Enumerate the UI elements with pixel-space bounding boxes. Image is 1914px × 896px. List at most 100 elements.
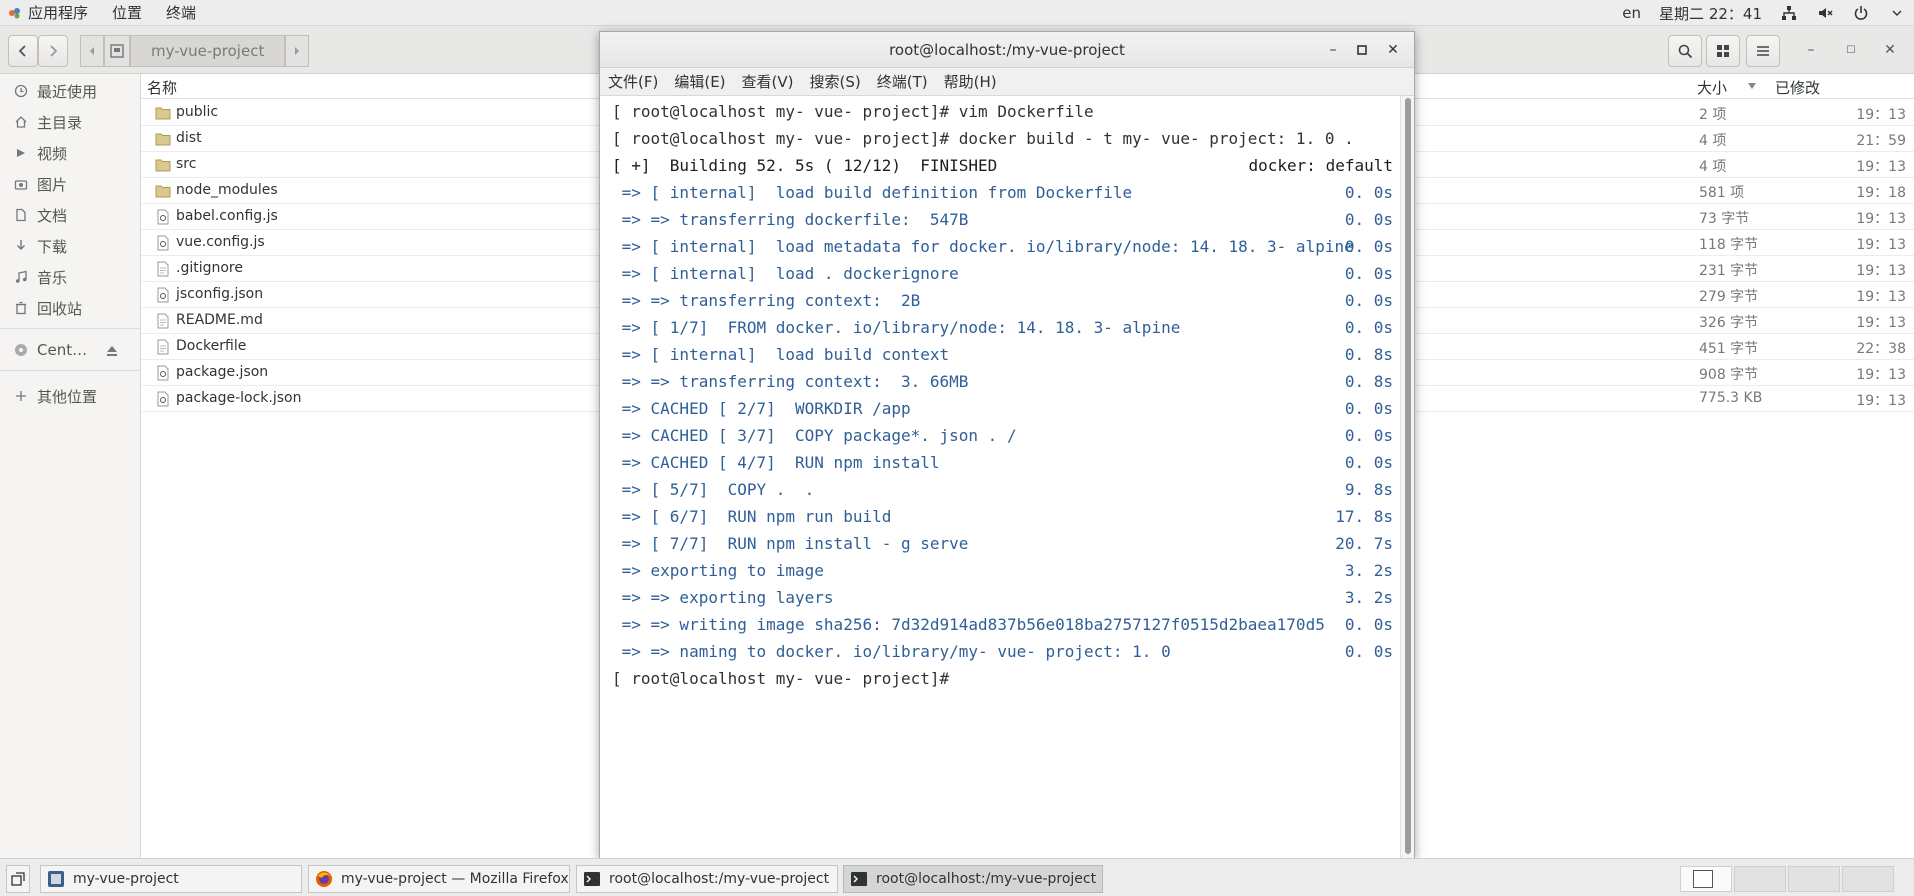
terminal-line-time: 0. 0s bbox=[1344, 318, 1393, 337]
sidebar-item-clock[interactable]: 最近使用 bbox=[0, 76, 141, 106]
eject-icon[interactable] bbox=[105, 343, 119, 361]
maximize-button[interactable]: ☐ bbox=[1841, 40, 1861, 60]
sort-down-icon bbox=[1748, 83, 1756, 89]
maximize-icon: ☐ bbox=[1846, 44, 1856, 56]
text-file-icon bbox=[155, 261, 171, 277]
file-modified: 19：13 bbox=[1856, 263, 1906, 279]
terminal-line-text: => => exporting layers bbox=[612, 588, 834, 607]
file-name: vue.config.js bbox=[176, 234, 265, 250]
file-size: 2 项 bbox=[1699, 107, 1727, 123]
terminal-line-text: => CACHED [ 4/7] RUN npm install bbox=[612, 453, 940, 472]
terminal-line-text: => [ 1/7] FROM docker. io/library/node: … bbox=[612, 318, 1181, 337]
volume-muted-icon[interactable] bbox=[1816, 5, 1834, 21]
terminal-line-text: => exporting to image bbox=[612, 561, 824, 580]
close-icon: ✕ bbox=[1387, 42, 1399, 58]
sidebar-item-label: 视频 bbox=[37, 144, 68, 163]
column-modified[interactable]: 已修改 bbox=[1775, 77, 1820, 98]
sidebar-item-home[interactable]: 主目录 bbox=[0, 107, 141, 137]
menu-places[interactable]: 位置 bbox=[100, 0, 154, 25]
terminal-line-text: => [ internal] load metadata for docker.… bbox=[612, 237, 1354, 256]
language-indicator[interactable]: en bbox=[1622, 4, 1641, 22]
sidebar-item-download[interactable]: 下载 bbox=[0, 231, 141, 261]
taskbar-item[interactable]: root@localhost:/my-vue-project bbox=[843, 865, 1103, 893]
sidebar-item-device[interactable]: Cent… bbox=[0, 335, 141, 365]
terminal-menu-item[interactable]: 帮助(H) bbox=[936, 71, 1005, 92]
view-grid-button[interactable] bbox=[1706, 35, 1740, 67]
terminal-line-time: docker: default bbox=[1248, 156, 1394, 175]
network-icon[interactable] bbox=[1780, 5, 1798, 21]
terminal-line-time: 0. 8s bbox=[1344, 372, 1393, 391]
terminal-close-button[interactable]: ✕ bbox=[1384, 41, 1402, 59]
file-modified: 19：13 bbox=[1856, 159, 1906, 175]
sidebar-item-label: 主目录 bbox=[37, 113, 83, 132]
taskbar-item[interactable]: root@localhost:/my-vue-project bbox=[576, 865, 838, 893]
script-file-icon bbox=[155, 287, 171, 303]
script-file-icon bbox=[155, 391, 171, 407]
terminal-maximize-button[interactable] bbox=[1353, 41, 1371, 59]
workspace-4[interactable] bbox=[1842, 866, 1894, 892]
path-home-toggle[interactable] bbox=[104, 35, 130, 67]
taskbar-item[interactable]: my-vue-project — Mozilla Firefox bbox=[308, 865, 570, 893]
workspace-3[interactable] bbox=[1788, 866, 1840, 892]
sidebar-item-camera[interactable]: 图片 bbox=[0, 169, 141, 199]
path-scroll-right[interactable] bbox=[285, 35, 310, 67]
file-size: 4 项 bbox=[1699, 133, 1727, 149]
terminal-minimize-button[interactable]: – bbox=[1324, 41, 1342, 59]
terminal-menu-item[interactable]: 文件(F) bbox=[600, 71, 666, 92]
chevron-down-icon[interactable] bbox=[1888, 5, 1906, 21]
terminal-scrollbar[interactable] bbox=[1400, 96, 1414, 858]
power-icon[interactable] bbox=[1852, 5, 1870, 21]
show-desktop-button[interactable] bbox=[6, 865, 30, 893]
file-name: jsconfig.json bbox=[176, 286, 264, 302]
terminal-menu-item[interactable]: 查看(V) bbox=[734, 71, 802, 92]
sidebar-item-trash[interactable]: 回收站 bbox=[0, 293, 141, 323]
close-button[interactable]: ✕ bbox=[1880, 40, 1900, 60]
minimize-button[interactable]: – bbox=[1801, 40, 1821, 60]
sidebar-item-video[interactable]: 视频 bbox=[0, 138, 141, 168]
terminal-line-time: 0. 0s bbox=[1344, 453, 1393, 472]
file-manager-icon bbox=[47, 870, 65, 888]
terminal-menu-item[interactable]: 编辑(E) bbox=[666, 71, 733, 92]
terminal-icon bbox=[583, 870, 601, 888]
folder-icon bbox=[155, 183, 171, 199]
arrow-right-icon bbox=[50, 45, 58, 57]
menu-button[interactable] bbox=[1746, 35, 1780, 67]
back-button[interactable] bbox=[8, 35, 38, 67]
script-file-icon bbox=[155, 235, 171, 251]
file-size: 73 字节 bbox=[1699, 211, 1750, 227]
text-file-icon bbox=[155, 313, 171, 329]
path-scroll-left[interactable] bbox=[80, 35, 104, 67]
workspace-2[interactable] bbox=[1734, 866, 1786, 892]
terminal-menu-item[interactable]: 终端(T) bbox=[869, 71, 936, 92]
file-size: 908 字节 bbox=[1699, 367, 1759, 383]
file-modified: 22：38 bbox=[1856, 341, 1906, 357]
workspace-1[interactable] bbox=[1680, 866, 1732, 892]
taskbar-item[interactable]: my-vue-project bbox=[40, 865, 302, 893]
clock[interactable]: 星期二 22：41 bbox=[1659, 3, 1762, 24]
menu-applications[interactable]: 应用程序 bbox=[16, 0, 100, 25]
terminal-line-text: => => writing image sha256: 7d32d914ad83… bbox=[612, 615, 1325, 634]
column-size[interactable]: 大小 bbox=[1697, 77, 1727, 98]
terminal-titlebar[interactable]: root@localhost:/my-vue-project – ✕ bbox=[600, 32, 1414, 68]
breadcrumb-current[interactable]: my-vue-project bbox=[130, 35, 286, 67]
hamburger-icon bbox=[1757, 46, 1769, 56]
close-icon: ✕ bbox=[1884, 42, 1896, 58]
forward-button[interactable] bbox=[38, 35, 68, 67]
scrollbar-thumb[interactable] bbox=[1405, 98, 1411, 854]
terminal-line-text: => CACHED [ 3/7] COPY package*. json . / bbox=[612, 426, 1017, 445]
sidebar-item-other-locations[interactable]: 其他位置 bbox=[0, 381, 141, 411]
terminal-line-text: => => transferring dockerfile: 547B bbox=[612, 210, 969, 229]
search-button[interactable] bbox=[1668, 35, 1702, 67]
terminal-line-text: [ +] Building 52. 5s ( 12/12) FINISHED bbox=[612, 156, 998, 175]
sidebar-item-document[interactable]: 文档 bbox=[0, 200, 141, 230]
video-icon bbox=[13, 145, 29, 161]
sidebar-item-music[interactable]: 音乐 bbox=[0, 262, 141, 292]
menu-terminal[interactable]: 终端 bbox=[154, 0, 208, 25]
terminal-title: root@localhost:/my-vue-project bbox=[889, 41, 1125, 59]
terminal-line-time: 17. 8s bbox=[1335, 507, 1393, 526]
terminal-menu-item[interactable]: 搜索(S) bbox=[802, 71, 869, 92]
terminal-output[interactable]: [ root@localhost my- vue- project]# vim … bbox=[600, 96, 1400, 858]
column-name[interactable]: 名称 bbox=[147, 77, 177, 98]
terminal-line-text: => [ internal] load build definition fro… bbox=[612, 183, 1133, 202]
terminal-line-time: 0. 0s bbox=[1344, 615, 1393, 634]
